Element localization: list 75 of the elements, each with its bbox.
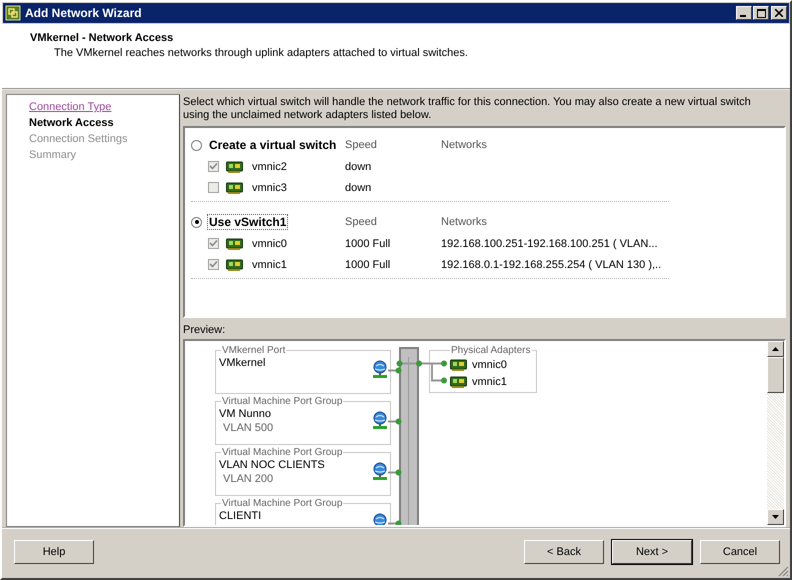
wizard-step: Network Access bbox=[29, 115, 114, 131]
network-card-icon bbox=[226, 182, 243, 194]
connector-line bbox=[388, 520, 402, 525]
speed-cell-text: 1000 Full bbox=[345, 258, 392, 270]
port-group-name: VMkernel bbox=[219, 356, 266, 370]
port-group-title: VMkernel Port bbox=[221, 345, 286, 356]
option-label[interactable]: Create a virtual switch bbox=[207, 137, 338, 153]
page-subtitle: The VMkernel reaches networks through uplink adapters attached to virtual switches. bbox=[53, 47, 469, 59]
adapter-name: vmnic2 bbox=[252, 160, 287, 172]
maximize-icon bbox=[756, 8, 766, 18]
page-title: VMkernel - Network Access bbox=[30, 32, 174, 44]
scroll-down-button[interactable] bbox=[767, 509, 784, 525]
maximize-button[interactable] bbox=[753, 6, 769, 20]
column-header: Speed bbox=[345, 139, 378, 151]
preview-label: Preview: bbox=[183, 323, 226, 338]
adapter-name: vmnic1 bbox=[472, 376, 507, 388]
app-icon bbox=[5, 5, 21, 21]
network-card-icon bbox=[226, 258, 243, 270]
adapter-name: vmnic3 bbox=[252, 182, 287, 194]
networks-cell-text: 192.168.0.1-192.168.255.254 ( VLAN 130 ),.. bbox=[441, 258, 662, 270]
physical-adapters-title: Physical Adapters bbox=[450, 345, 532, 356]
port-group-name: VLAN NOC CLIENTS bbox=[219, 458, 326, 472]
vlan-label: VLAN 500 bbox=[222, 421, 274, 436]
network-card-icon bbox=[226, 238, 243, 250]
wizard-step: Connection Settings bbox=[29, 131, 128, 147]
cancel-button[interactable]: Cancel bbox=[700, 540, 780, 564]
globe-icon bbox=[372, 360, 388, 378]
radio-button[interactable] bbox=[191, 216, 202, 228]
adapter-name: vmnic1 bbox=[252, 258, 287, 270]
adapter-name: vmnic0 bbox=[472, 358, 507, 370]
close-icon bbox=[775, 9, 783, 17]
network-card-icon bbox=[226, 160, 243, 172]
globe-icon bbox=[372, 411, 388, 429]
networks-cell-text: 192.168.100.251-192.168.100.251 ( VLAN... bbox=[441, 238, 659, 250]
connector-line bbox=[388, 469, 402, 476]
checkbox[interactable] bbox=[208, 182, 219, 193]
vlan-label: VLAN 200 bbox=[222, 472, 274, 487]
speed-cell-text: down bbox=[345, 160, 372, 172]
radio-button[interactable] bbox=[191, 140, 202, 150]
window-title: Add Network Wizard bbox=[25, 6, 142, 20]
option-label[interactable]: Use vSwitch1 bbox=[207, 214, 288, 230]
port-group-name: VM Nunno bbox=[219, 407, 272, 421]
close-button[interactable] bbox=[771, 6, 787, 20]
network-card-icon bbox=[450, 376, 467, 388]
uplink-connector bbox=[396, 360, 448, 385]
checkbox[interactable] bbox=[208, 161, 219, 172]
wizard-step[interactable]: Connection Type bbox=[29, 99, 112, 115]
wizard-step: Summary bbox=[29, 147, 76, 163]
scroll-up-button[interactable] bbox=[767, 341, 784, 357]
column-header: Speed bbox=[345, 216, 378, 228]
port-group-title: Virtual Machine Port Group bbox=[221, 447, 344, 458]
resize-grip-icon[interactable] bbox=[777, 565, 789, 577]
up-arrow-icon bbox=[772, 347, 779, 351]
instructions-text: Select which virtual switch will handle the network traffic for this connection. You may also create a new virtual switch using the unclaimed network adapters listed below. bbox=[183, 95, 752, 123]
down-arrow-icon bbox=[772, 515, 779, 519]
connector-line bbox=[388, 418, 402, 425]
checkbox[interactable] bbox=[208, 259, 219, 270]
column-header: Networks bbox=[441, 139, 488, 151]
speed-cell-text: 1000 Full bbox=[345, 238, 392, 250]
globe-icon bbox=[372, 462, 388, 480]
checkbox[interactable] bbox=[208, 238, 219, 249]
speed-cell-text: down bbox=[345, 182, 372, 194]
network-card-icon bbox=[450, 358, 467, 370]
scroll-thumb[interactable] bbox=[767, 357, 784, 393]
port-group-name: CLIENTI bbox=[219, 509, 262, 523]
connector-line bbox=[388, 367, 402, 374]
port-group-title: Virtual Machine Port Group bbox=[221, 498, 344, 509]
scrollbar[interactable] bbox=[767, 341, 784, 525]
minimize-button[interactable] bbox=[736, 6, 752, 20]
port-group-title: Virtual Machine Port Group bbox=[221, 396, 344, 407]
back-button[interactable]: < Back bbox=[524, 540, 604, 564]
adapter-name: vmnic0 bbox=[252, 238, 287, 250]
next-button[interactable]: Next > bbox=[612, 540, 692, 564]
help-button[interactable]: Help bbox=[14, 540, 94, 564]
column-header: Networks bbox=[441, 216, 488, 228]
